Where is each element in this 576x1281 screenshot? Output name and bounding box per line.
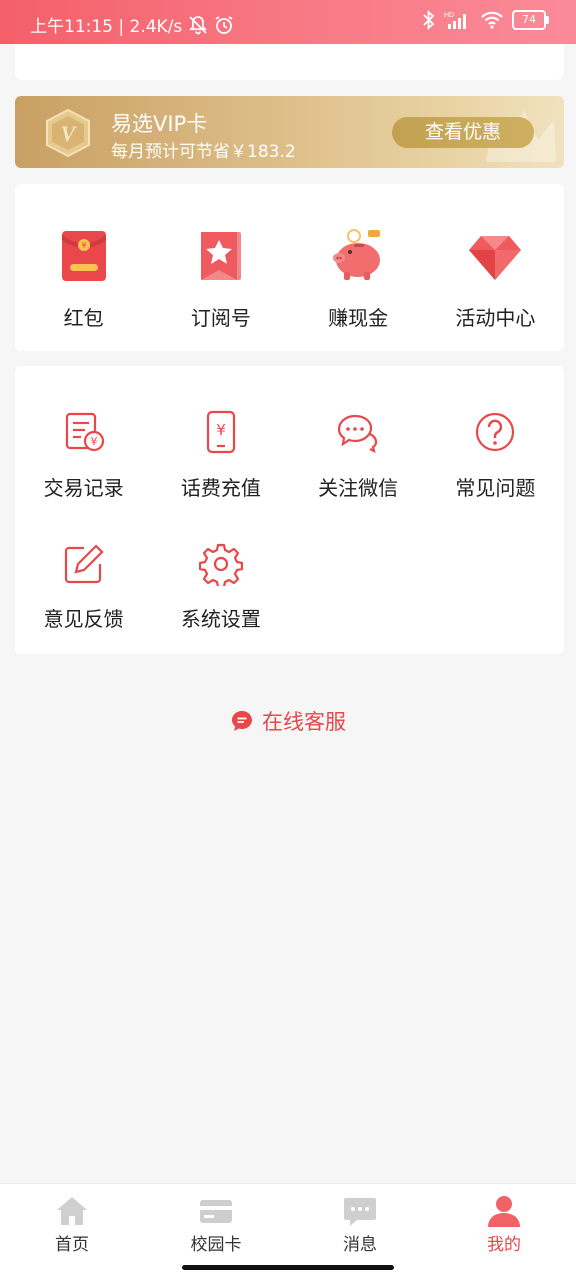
chat-bubble-icon [232, 711, 252, 731]
promo-label: 红包 [63, 306, 104, 330]
home-icon [57, 1197, 87, 1225]
person-icon [488, 1196, 520, 1227]
nav-label: 我的 [487, 1235, 521, 1255]
signal-icon: HD [444, 12, 466, 29]
vip-banner[interactable]: V 易选VIP卡 每月预计可节省￥183.2 查看优惠 [15, 96, 564, 168]
online-service-link[interactable]: 在线客服 [0, 706, 576, 736]
service-transaction-record[interactable]: ¥ 交易记录 [15, 366, 152, 500]
battery-level: 74 [522, 13, 536, 26]
promo-label: 订阅号 [190, 306, 251, 330]
svg-text:HD: HD [444, 12, 454, 19]
service-label: 意见反馈 [43, 607, 124, 631]
promo-label: 赚现金 [328, 306, 389, 330]
piggy-bank-icon [333, 229, 381, 280]
svg-text:V: V [61, 121, 78, 146]
promo-subscription[interactable]: 订阅号 [152, 184, 289, 351]
question-icon [476, 412, 515, 452]
diamond-icon [469, 236, 522, 280]
star-bookmark-icon [200, 232, 241, 280]
nav-label: 首页 [55, 1235, 89, 1255]
service-label: 系统设置 [180, 607, 261, 631]
feedback-edit-icon [64, 544, 104, 584]
promo-card: ¥ 红包 订阅号 赚现金 活动中心 [15, 184, 564, 351]
service-label: 关注微信 [318, 476, 399, 500]
promo-label: 活动中心 [455, 306, 536, 330]
service-phone-recharge[interactable]: ¥ 话费充值 [152, 366, 289, 500]
bluetooth-icon [423, 10, 435, 30]
svg-text:¥: ¥ [216, 421, 226, 439]
status-time-speed: 上午11:15 | 2.4K/s [30, 17, 183, 37]
services-card: ¥ 交易记录 ¥ 话费充值 关注微信 常见问题 意见反馈 系统设置 [15, 366, 564, 654]
home-indicator[interactable] [182, 1265, 394, 1270]
svg-text:¥: ¥ [81, 241, 86, 250]
service-faq[interactable]: 常见问题 [427, 366, 564, 500]
promo-red-envelope[interactable]: ¥ 红包 [15, 184, 152, 351]
nav-label: 校园卡 [190, 1235, 242, 1255]
transaction-record-icon: ¥ [65, 412, 104, 452]
top-card [15, 44, 564, 80]
nav-home[interactable]: 首页 [0, 1184, 144, 1281]
vip-title: 易选VIP卡 [111, 112, 208, 136]
svg-text:¥: ¥ [90, 435, 97, 448]
service-follow-wechat[interactable]: 关注微信 [290, 366, 427, 500]
nav-label: 消息 [343, 1235, 377, 1255]
card-icon [200, 1200, 232, 1223]
vip-subtitle: 每月预计可节省￥183.2 [111, 142, 296, 162]
vip-badge-icon: V [46, 108, 90, 158]
phone-recharge-icon: ¥ [206, 410, 235, 454]
nav-mine[interactable]: 我的 [432, 1184, 576, 1281]
message-icon [344, 1198, 376, 1226]
status-left: 上午11:15 | 2.4K/s [30, 12, 234, 37]
service-label: 常见问题 [455, 476, 536, 500]
view-offers-button[interactable]: 查看优惠 [392, 117, 534, 148]
status-right: HD 74 [422, 10, 549, 30]
muted-bell-icon [189, 15, 208, 34]
battery-indicator: 74 [512, 10, 549, 30]
service-system-settings[interactable]: 系统设置 [152, 497, 289, 631]
alarm-clock-icon [215, 15, 233, 34]
online-service-label: 在线客服 [262, 710, 346, 734]
promo-earn-cash[interactable]: 赚现金 [290, 184, 427, 351]
wechat-chat-icon [338, 414, 378, 454]
service-feedback[interactable]: 意见反馈 [15, 497, 152, 631]
gear-icon [198, 543, 243, 586]
wifi-icon [481, 11, 503, 29]
status-bar: 上午11:15 | 2.4K/s HD 74 [0, 0, 576, 44]
red-envelope-icon: ¥ [61, 231, 106, 281]
promo-activity-center[interactable]: 活动中心 [427, 184, 564, 351]
